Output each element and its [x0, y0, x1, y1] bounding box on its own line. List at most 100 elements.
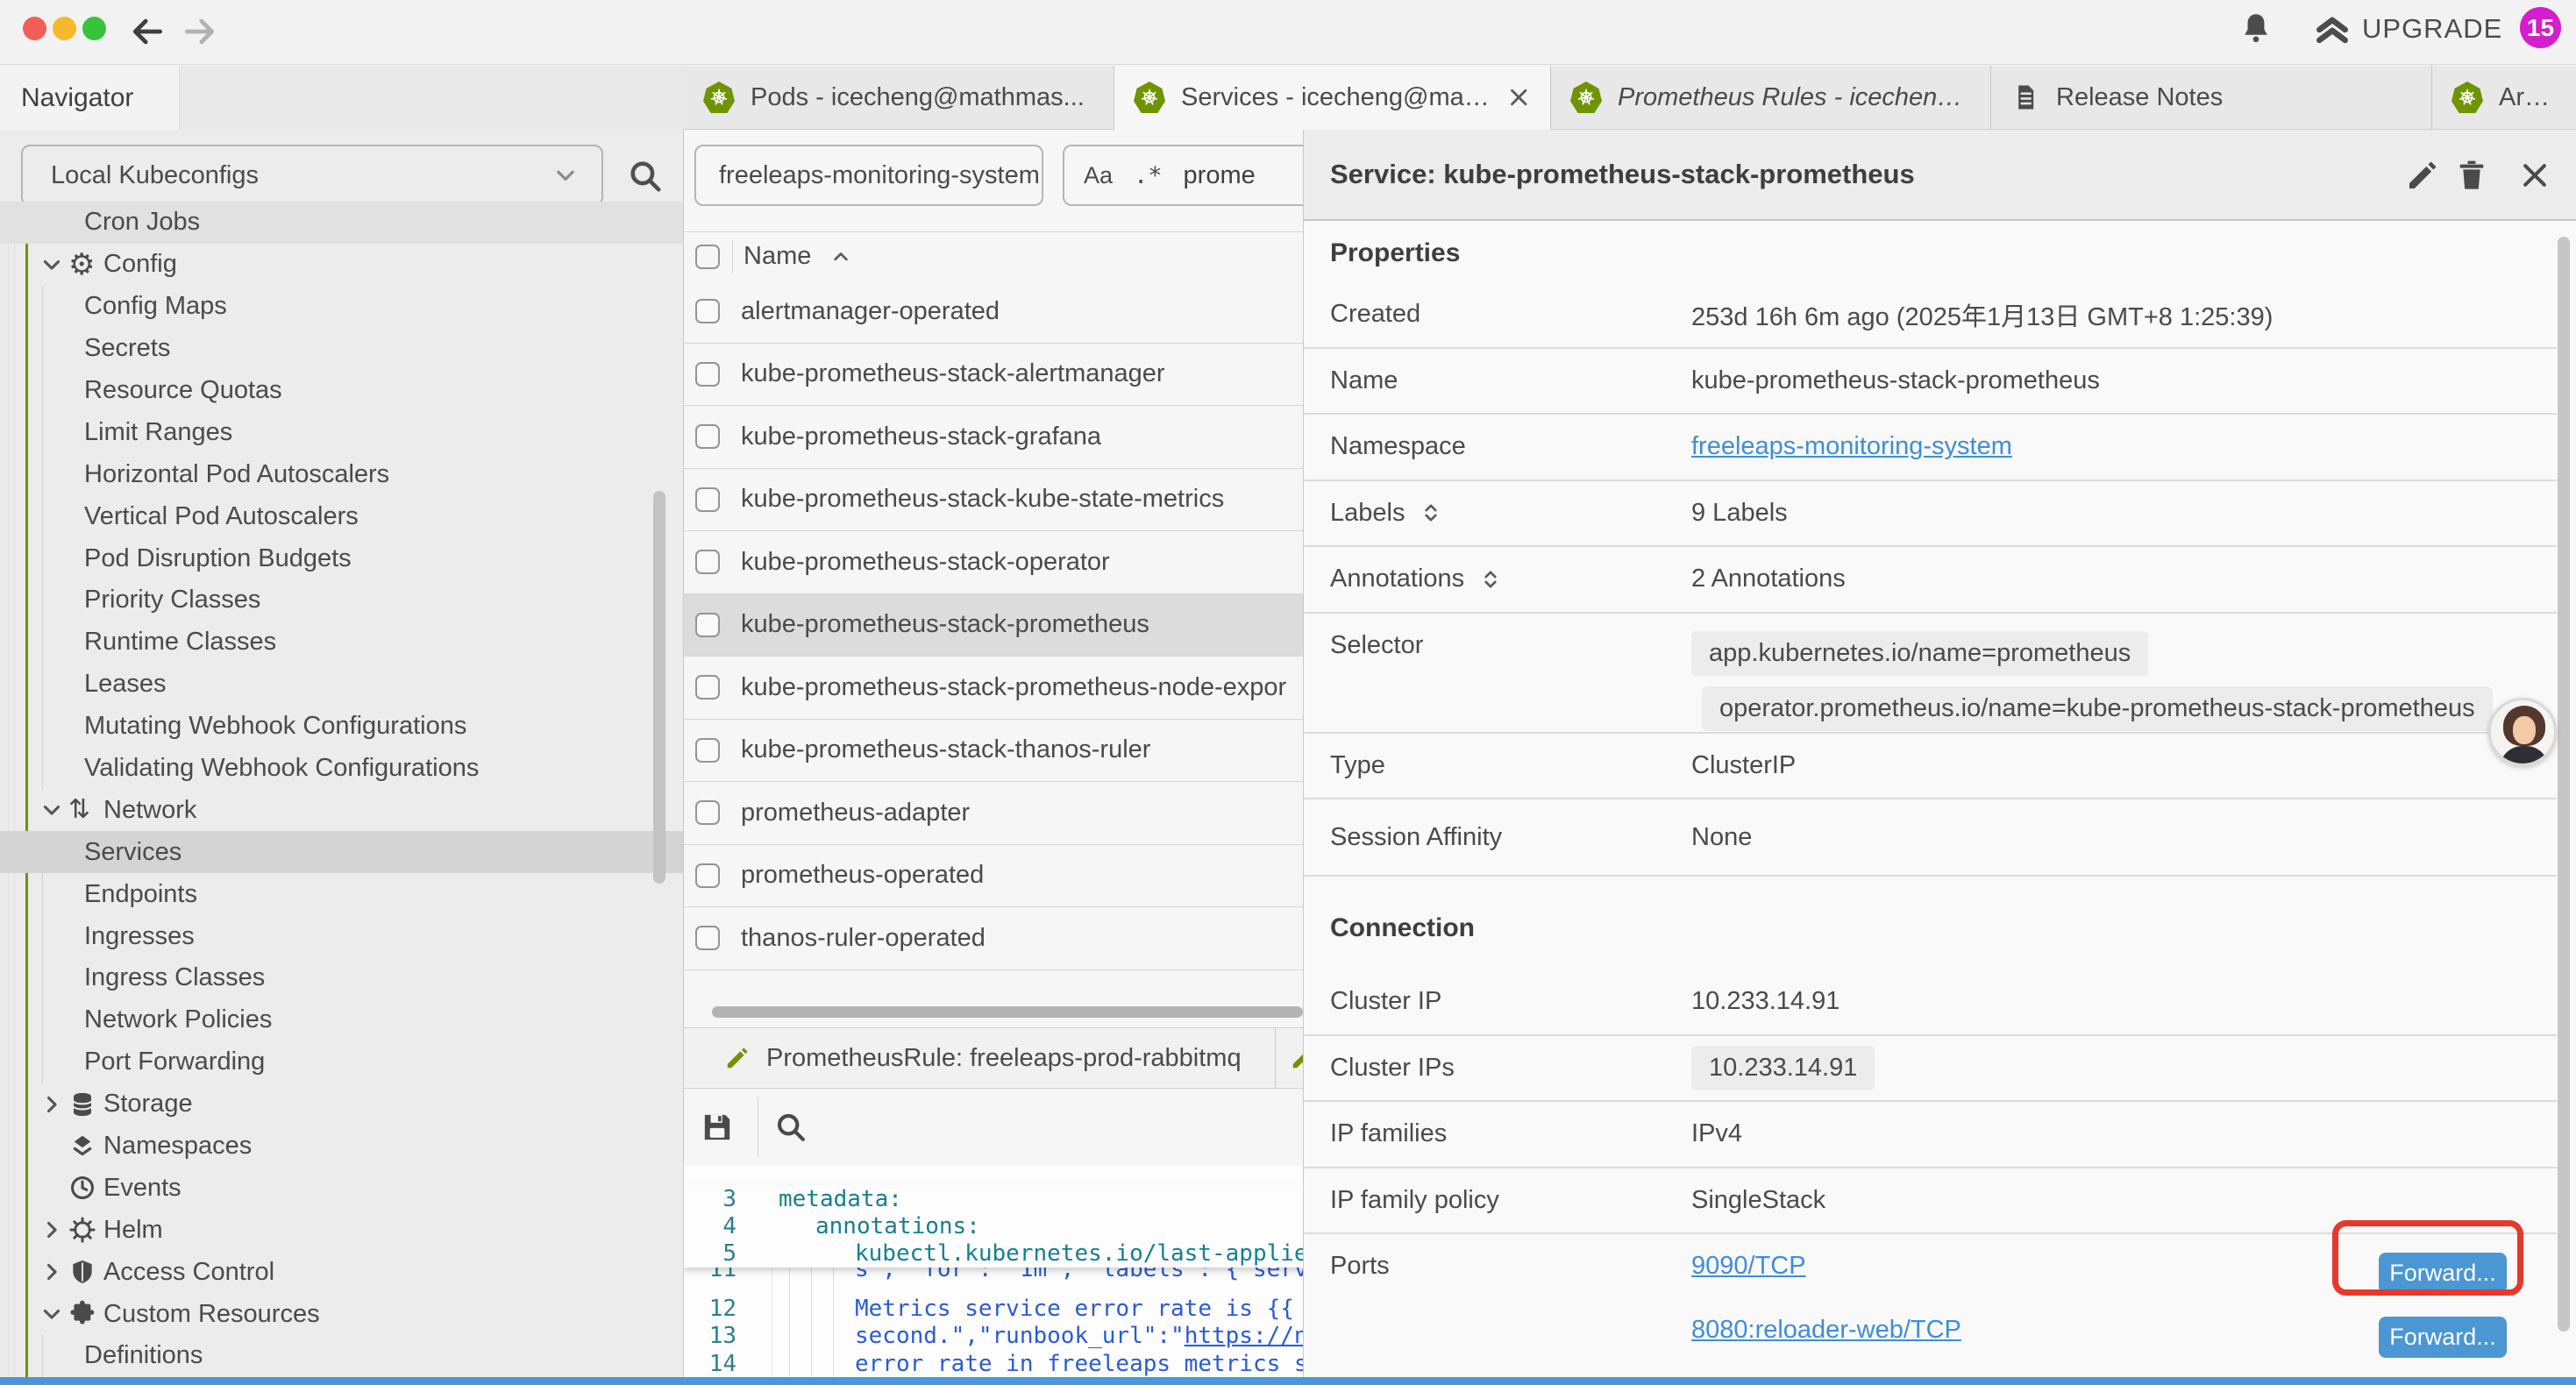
row-checkbox[interactable] [695, 362, 720, 387]
table-row-kube-prometheus-stack-thanos-ruler[interactable]: kube-prometheus-stack-thanos-ruler [684, 720, 1303, 783]
table-row-kube-prometheus-stack-operator[interactable]: kube-prometheus-stack-operator [684, 531, 1303, 594]
navigator-label: Navigator [21, 83, 133, 113]
yaml-editor[interactable]: 11s", "for": "1m", "labels": {"service":… [684, 1166, 1303, 1377]
table-row-kube-prometheus-stack-alertmanager[interactable]: kube-prometheus-stack-alertmanager [684, 344, 1303, 407]
sidebar-item-horizontal-pod-autoscalers[interactable]: Horizontal Pod Autoscalers [0, 453, 683, 495]
sidebar-item-custom-resources[interactable]: Custom Resources [0, 1293, 683, 1335]
chevron-down-icon [35, 1302, 68, 1326]
filter-input[interactable]: Aa .* prome [1063, 145, 1303, 206]
line-number: 14 [684, 1351, 744, 1377]
sidebar-item-storage[interactable]: Storage [0, 1083, 683, 1126]
table-row-kube-prometheus-stack-prometheus[interactable]: kube-prometheus-stack-prometheus [684, 594, 1303, 657]
notification-badge[interactable]: 15 [2520, 7, 2561, 48]
sidebar-scrollbar[interactable] [653, 491, 665, 884]
sidebar-item-runtime-classes[interactable]: Runtime Classes [0, 621, 683, 664]
sidebar-item-endpoints[interactable]: Endpoints [0, 873, 683, 915]
row-checkbox[interactable] [695, 487, 720, 512]
tab-argo-se[interactable]: Argo Se [2432, 66, 2576, 130]
table-row-prometheus-operated[interactable]: prometheus-operated [684, 845, 1303, 908]
save-icon[interactable] [700, 1110, 735, 1145]
sidebar-item-events[interactable]: Events [0, 1167, 683, 1209]
sidebar-item-cron-jobs[interactable]: Cron Jobs [0, 202, 683, 244]
row-checkbox[interactable] [695, 800, 720, 825]
sidebar-item-services[interactable]: Services [0, 831, 683, 873]
table-row-kube-prometheus-stack-grafana[interactable]: kube-prometheus-stack-grafana [684, 406, 1303, 469]
tab-services-icecheng-math[interactable]: Services - icecheng@math... [1114, 66, 1551, 130]
sidebar-item-definitions[interactable]: Definitions [0, 1335, 683, 1377]
sidebar-item-helm[interactable]: Helm [0, 1209, 683, 1251]
tab-navigator[interactable]: Navigator [0, 66, 180, 130]
tab-release-notes[interactable]: Release Notes [1991, 66, 2432, 130]
row-checkbox[interactable] [695, 926, 720, 950]
forward-button[interactable]: Forward... [2379, 1317, 2507, 1358]
detail-value-text: 9 Labels [1691, 499, 1788, 527]
avatar[interactable] [2488, 698, 2557, 766]
forward-button[interactable] [181, 12, 219, 51]
sidebar-item-pod-disruption-budgets[interactable]: Pod Disruption Budgets [0, 537, 683, 579]
close-window-button[interactable] [23, 17, 46, 40]
sort-updown-icon[interactable] [1419, 501, 1443, 525]
sidebar-item-secrets[interactable]: Secrets [0, 328, 683, 370]
kubeconfig-selector[interactable]: Local Kubeconfigs [21, 145, 603, 206]
row-checkbox[interactable] [695, 738, 720, 763]
sort-updown-icon[interactable] [1478, 567, 1503, 592]
minimize-window-button[interactable] [53, 17, 76, 40]
regex-toggle[interactable]: .* [1134, 162, 1163, 189]
row-checkbox[interactable] [695, 863, 720, 888]
sidebar-item-ingresses[interactable]: Ingresses [0, 915, 683, 957]
search-icon[interactable] [626, 157, 665, 195]
close-icon[interactable] [1506, 84, 1532, 110]
row-checkbox[interactable] [695, 675, 720, 700]
namespace-selector[interactable]: freeleaps-monitoring-system [694, 145, 1043, 206]
sidebar-item-leases[interactable]: Leases [0, 664, 683, 706]
row-checkbox[interactable] [695, 550, 720, 574]
horizontal-scrollbar[interactable] [712, 1006, 1303, 1018]
sidebar-item-config[interactable]: ⚙Config [0, 244, 683, 286]
sidebar-item-network-policies[interactable]: Network Policies [0, 999, 683, 1041]
close-icon[interactable] [2517, 158, 2552, 193]
select-all-checkbox[interactable] [695, 245, 720, 269]
back-button[interactable] [128, 12, 167, 51]
sidebar-item-network[interactable]: ⇅Network [0, 789, 683, 831]
detail-scrollbar[interactable] [2558, 237, 2570, 1332]
upgrade-button[interactable]: UPGRADE [2362, 0, 2502, 58]
port-link[interactable]: 9090/TCP [1691, 1252, 1806, 1281]
detail-header: Service: kube-prometheus-stack-prometheu… [1304, 130, 2576, 221]
tab-pods-icecheng-mathmas[interactable]: Pods - icecheng@mathmas... [684, 66, 1114, 130]
namespace-link[interactable]: freeleaps-monitoring-system [1691, 432, 2012, 460]
kubernetes-icon [1570, 82, 1602, 113]
table-row-kube-prometheus-stack-prometheus-node-expor[interactable]: kube-prometheus-stack-prometheus-node-ex… [684, 657, 1303, 720]
sidebar-item-validating-webhook-configurations[interactable]: Validating Webhook Configurations [0, 748, 683, 790]
table-row-alertmanager-operated[interactable]: alertmanager-operated [684, 281, 1303, 344]
pencil-icon[interactable] [2405, 158, 2440, 193]
table-row-prometheus-adapter[interactable]: prometheus-adapter [684, 782, 1303, 845]
row-checkbox[interactable] [695, 613, 720, 637]
sidebar-item-access-control[interactable]: Access Control [0, 1251, 683, 1293]
sidebar-item-resource-quotas[interactable]: Resource Quotas [0, 370, 683, 412]
editor-tab-prometheusrule-freeleaps-prod-rabbitmq[interactable]: PrometheusRule: freeleaps-prod-rabbitmq [684, 1028, 1276, 1088]
trash-icon[interactable] [2454, 158, 2489, 193]
bell-icon[interactable] [2238, 10, 2274, 46]
row-checkbox[interactable] [695, 424, 720, 449]
search-icon[interactable] [773, 1110, 808, 1145]
sidebar-item-label: Config [103, 250, 177, 279]
sidebar-item-mutating-webhook-configurations[interactable]: Mutating Webhook Configurations [0, 706, 683, 748]
tab-prometheus-rules-icecheng[interactable]: Prometheus Rules - icecheng... [1551, 66, 1991, 130]
sidebar-item-limit-ranges[interactable]: Limit Ranges [0, 411, 683, 453]
table-row-thanos-ruler-operated[interactable]: thanos-ruler-operated [684, 907, 1303, 970]
port-link[interactable]: 8080:reloader-web/TCP [1691, 1316, 1961, 1345]
editor-tab-partial[interactable] [1276, 1028, 1303, 1088]
sidebar-item-priority-classes[interactable]: Priority Classes [0, 579, 683, 621]
upgrade-icon[interactable] [2313, 10, 2352, 48]
sidebar-item-namespaces[interactable]: Namespaces [0, 1126, 683, 1168]
sidebar-item-config-maps[interactable]: Config Maps [0, 286, 683, 328]
name-column-header[interactable]: Name [732, 240, 853, 273]
sidebar-item-port-forwarding[interactable]: Port Forwarding [0, 1041, 683, 1083]
row-checkbox[interactable] [695, 299, 720, 323]
namespace-selector-value: freeleaps-monitoring-system [719, 161, 1040, 190]
sidebar-item-vertical-pod-autoscalers[interactable]: Vertical Pod Autoscalers [0, 495, 683, 537]
zoom-window-button[interactable] [82, 17, 106, 40]
sidebar-item-ingress-classes[interactable]: Ingress Classes [0, 957, 683, 999]
match-case-toggle[interactable]: Aa [1084, 162, 1113, 189]
table-row-kube-prometheus-stack-kube-state-metrics[interactable]: kube-prometheus-stack-kube-state-metrics [684, 469, 1303, 532]
